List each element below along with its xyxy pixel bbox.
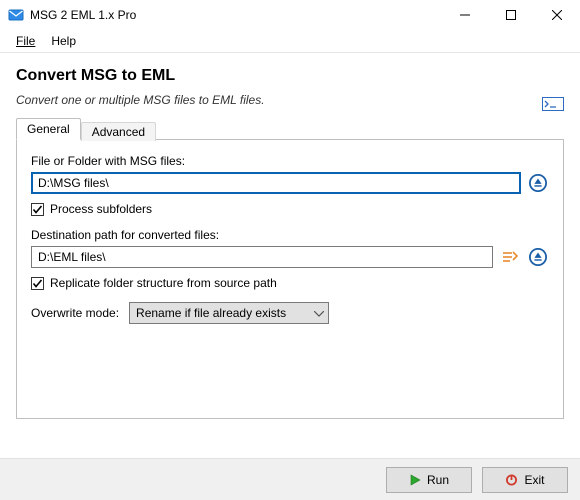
exit-button[interactable]: Exit [482,467,568,493]
titlebar: MSG 2 EML 1.x Pro [0,0,580,30]
eject-icon [529,174,547,192]
menubar: File Help [0,30,580,52]
eject-dest-button[interactable] [527,246,549,268]
page-title: Convert MSG to EML [16,67,564,85]
menu-help[interactable]: Help [45,32,82,50]
eject-source-button[interactable] [527,172,549,194]
tab-strip: General Advanced [16,117,564,139]
transfer-icon [500,247,520,267]
close-icon [552,10,562,20]
overwrite-label: Overwrite mode: [31,306,119,320]
replicate-structure-checkbox[interactable]: Replicate folder structure from source p… [31,276,549,290]
minimize-icon [460,10,470,20]
page-subtitle: Convert one or multiple MSG files to EML… [16,93,265,107]
window-title: MSG 2 EML 1.x Pro [30,8,136,22]
app-icon [8,7,24,23]
maximize-button[interactable] [488,0,534,30]
tab-advanced[interactable]: Advanced [81,122,156,141]
source-label: File or Folder with MSG files: [31,154,549,168]
footer: Run Exit [0,458,580,500]
dest-path-input[interactable] [31,246,493,268]
checkmark-icon [31,277,44,290]
tab-general[interactable]: General [16,118,81,140]
power-icon [505,473,518,486]
maximize-icon [506,10,516,20]
dest-label: Destination path for converted files: [31,228,549,242]
same-as-source-button[interactable] [499,246,521,268]
content: Convert MSG to EML Convert one or multip… [0,53,580,429]
tab-container: General Advanced File or Folder with MSG… [16,117,564,419]
minimize-button[interactable] [442,0,488,30]
close-button[interactable] [534,0,580,30]
eject-icon [529,248,547,266]
process-subfolders-label: Process subfolders [50,202,152,216]
run-button[interactable]: Run [386,467,472,493]
checkmark-icon [31,203,44,216]
overwrite-mode-select[interactable]: Rename if file already exists [129,302,329,324]
console-icon[interactable] [542,97,564,113]
menu-file[interactable]: File [10,32,41,50]
play-icon [409,474,421,486]
replicate-structure-label: Replicate folder structure from source p… [50,276,277,290]
source-path-input[interactable] [31,172,521,194]
process-subfolders-checkbox[interactable]: Process subfolders [31,202,549,216]
tab-panel-general: File or Folder with MSG files: Pr [16,139,564,419]
